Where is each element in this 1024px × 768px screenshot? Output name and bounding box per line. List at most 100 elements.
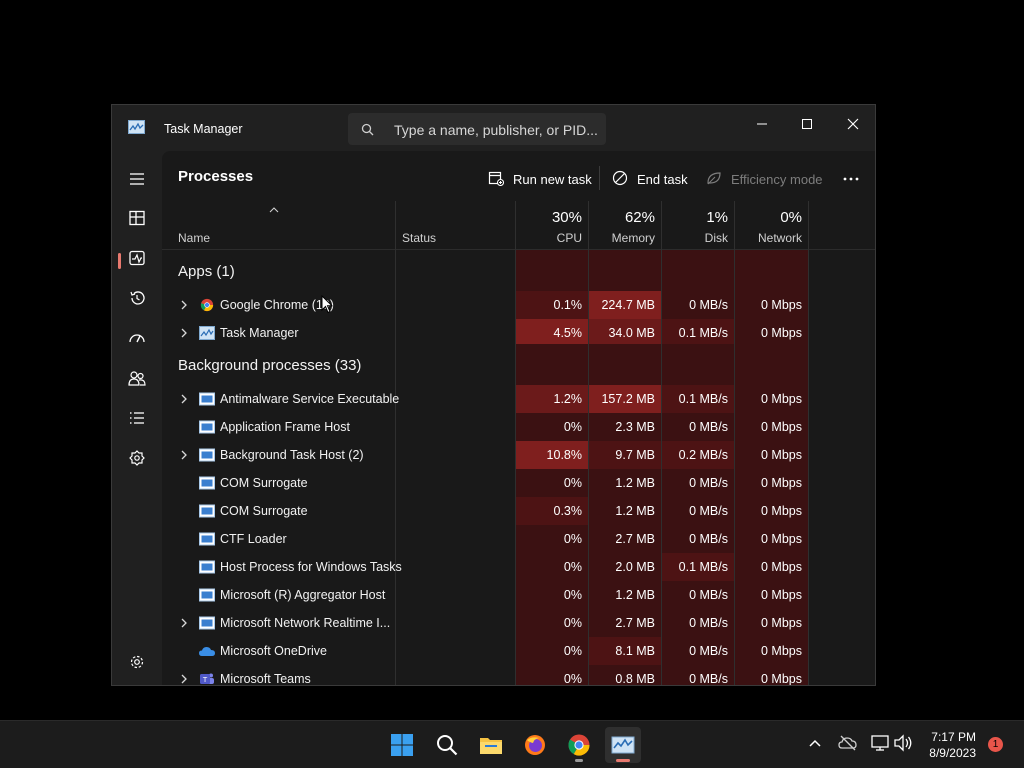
memory-cell: 1.2 MB [589,469,661,497]
nav-startup-apps[interactable] [120,323,154,353]
nav-details[interactable] [120,403,154,433]
taskbar-search-button[interactable] [429,727,465,763]
column-disk[interactable]: 1% Disk [662,201,734,249]
column-network[interactable]: 0% Network [735,201,808,249]
network-cell: 0 Mbps [735,553,808,581]
column-status[interactable]: Status [396,201,515,249]
navigation-pane [112,151,162,685]
chevron-right-icon[interactable] [180,394,188,404]
cpu-cell: 1.2% [516,385,588,413]
chevron-right-icon[interactable] [180,300,188,310]
chevron-right-icon[interactable] [180,618,188,628]
task-manager-app-icon [128,120,145,134]
cpu-cell: 0.1% [516,291,588,319]
network-value: 0 Mbps [761,616,802,630]
search-input[interactable] [392,118,602,142]
nav-app-history[interactable] [120,283,154,313]
process-name: Host Process for Windows Tasks [220,560,402,574]
network-cell: 0 Mbps [735,665,808,685]
memory-cell: 8.1 MB [589,637,661,665]
process-row[interactable]: Google Chrome (10) 0.1% 224.7 MB 0 MB/s 0 Mb… [162,291,808,319]
run-task-icon [488,171,504,186]
search-box[interactable] [348,113,606,145]
start-icon [391,734,413,756]
more-options-button[interactable] [834,165,868,193]
firefox-button[interactable] [517,727,553,763]
column-cpu[interactable]: 30% CPU [516,201,588,249]
maximize-button[interactable] [784,109,830,139]
search-icon [437,735,458,756]
task-manager-icon [611,736,635,754]
disk-value: 0 MB/s [689,672,728,686]
nav-users[interactable] [120,363,154,393]
search-icon [361,123,374,136]
network-value: 0 Mbps [761,420,802,434]
start-button[interactable] [384,727,420,763]
task-manager-taskbar-button[interactable] [605,727,641,763]
nav-settings[interactable] [120,647,154,677]
process-row[interactable]: Microsoft Network Realtime I... 0% 2.7 MB 0… [162,609,808,637]
notification-badge[interactable]: 1 [988,737,1003,752]
run-new-task-button[interactable]: Run new task [488,165,592,193]
chevron-up-icon[interactable] [808,738,822,748]
process-row[interactable]: Application Frame Host 0% 2.3 MB 0 MB/s 0 Mb… [162,413,808,441]
network-value: 0 Mbps [761,588,802,602]
column-memory[interactable]: 62% Memory [589,201,661,249]
memory-value: 1.2 MB [615,476,655,490]
nav-performance[interactable] [120,243,154,273]
process-row[interactable]: Microsoft OneDrive 0% 8.1 MB 0 MB/s 0 Mbps [162,637,808,665]
group-header-cell [516,250,588,291]
column-name[interactable]: Name [162,201,395,249]
network-cell: 0 Mbps [735,525,808,553]
clock-date: 8/9/2023 [929,746,976,760]
nav-services[interactable] [120,443,154,473]
file-explorer-icon [480,738,502,754]
memory-cell: 1.2 MB [589,497,661,525]
chrome-icon [568,734,590,756]
system-clock[interactable]: 7:17 PM 8/9/2023 [910,729,976,761]
teams-icon: T [200,673,214,684]
process-row[interactable]: T Microsoft Teams 0% 0.8 MB 0 MB/s 0 Mbps [162,665,808,686]
disk-cell: 0.1 MB/s [662,319,734,347]
cpu-value: 0% [563,588,582,602]
close-button[interactable] [830,109,875,139]
cpu-cell: 0.3% [516,497,588,525]
network-value: 0 Mbps [761,532,802,546]
process-row[interactable]: Background Task Host (2) 10.8% 9.7 MB 0.2 M… [162,441,808,469]
network-cell: 0 Mbps [735,581,808,609]
disk-cell: 0.2 MB/s [662,441,734,469]
end-task-button[interactable]: End task [612,165,688,193]
hamburger-menu-button[interactable] [120,164,154,194]
process-row[interactable]: Task Manager 4.5% 34.0 MB 0.1 MB/s 0 Mbps [162,319,808,347]
nav-processes[interactable] [120,203,154,233]
network-cell: 0 Mbps [735,637,808,665]
chevron-right-icon[interactable] [180,674,188,684]
minimize-button[interactable] [739,109,785,139]
efficiency-mode-button[interactable]: Efficiency mode [706,165,823,193]
network-icon[interactable] [870,733,890,753]
onedrive-offline-icon[interactable] [838,733,858,753]
process-row[interactable]: COM Surrogate 0.3% 1.2 MB 0 MB/s 0 Mbps [162,497,808,525]
chevron-right-icon[interactable] [180,328,188,338]
process-row[interactable]: Microsoft (R) Aggregator Host 0% 1.2 MB 0 M… [162,581,808,609]
hamburger-icon [130,173,144,185]
process-row[interactable]: Host Process for Windows Tasks 0% 2.0 MB 0.… [162,553,808,581]
group-header-cell [589,344,661,385]
memory-value: 2.3 MB [615,420,655,434]
file-explorer-button[interactable] [473,727,509,763]
svg-text:T: T [203,675,208,684]
disk-cell: 0 MB/s [662,525,734,553]
process-row[interactable]: Antimalware Service Executable 1.2% 157.2 … [162,385,808,413]
network-cell: 0 Mbps [735,497,808,525]
chevron-right-icon[interactable] [180,450,188,460]
chrome-button[interactable] [561,727,597,763]
run-new-task-label: Run new task [513,172,592,187]
process-row[interactable]: COM Surrogate 0% 1.2 MB 0 MB/s 0 Mbps [162,469,808,497]
process-row[interactable]: CTF Loader 0% 2.7 MB 0 MB/s 0 Mbps [162,525,808,553]
cpu-cell: 0% [516,609,588,637]
network-cell: 0 Mbps [735,319,808,347]
process-icon [199,392,215,406]
network-value: 0 Mbps [761,644,802,658]
memory-percent: 62% [624,209,655,226]
title-bar[interactable]: Task Manager [112,105,875,151]
